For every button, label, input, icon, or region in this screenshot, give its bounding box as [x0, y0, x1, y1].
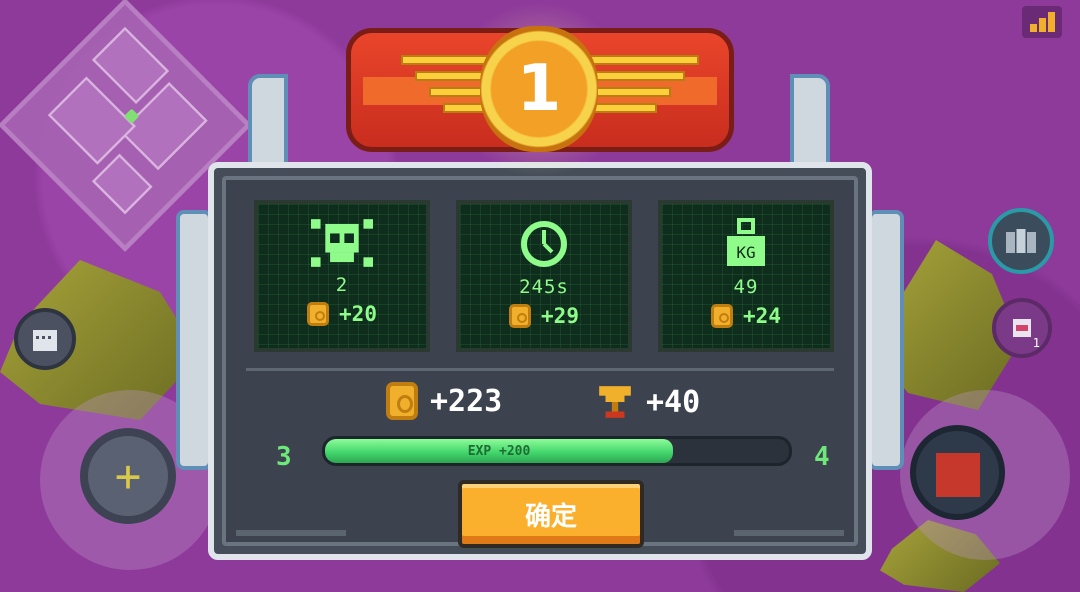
- exp-bar: EXP +200: [322, 436, 792, 466]
- coin-icon: [307, 302, 330, 326]
- trophy-icon: [599, 386, 631, 418]
- frame-pipe-right: [790, 74, 830, 174]
- total-coins: +223: [386, 382, 502, 420]
- weight-reward: +24: [662, 304, 830, 328]
- attack-button[interactable]: [910, 425, 1005, 520]
- panel-strip: [734, 530, 844, 536]
- frame-pipe-left-side: [176, 210, 212, 470]
- rank-medal: 1: [480, 26, 598, 152]
- chest-icon[interactable]: [14, 308, 76, 370]
- exp-label: EXP +200: [467, 443, 531, 459]
- panel-strip: [236, 530, 346, 536]
- level-next: 4: [814, 442, 830, 472]
- time-value: 245s: [519, 276, 569, 298]
- kills-value: 2: [335, 274, 349, 296]
- weight-reward-amount: +24: [743, 304, 781, 328]
- skull-icon: [311, 219, 373, 267]
- coin-icon: [509, 304, 532, 328]
- time-reward-amount: +29: [541, 304, 579, 328]
- results-panel-inner: 2 +20 245s +29 KG 49 +24 +223 +40 3 EXP …: [222, 176, 858, 548]
- rank-number: 1: [516, 52, 562, 126]
- stat-kills: 2 +20: [254, 200, 430, 352]
- gold-coin-icon: [386, 382, 418, 420]
- divider: [246, 368, 834, 371]
- total-trophies: +40: [596, 382, 700, 422]
- weight-value: 49: [733, 276, 759, 298]
- frame-pipe-right-side: [868, 210, 904, 470]
- kills-reward: +20: [258, 302, 426, 326]
- right-wing: [589, 55, 699, 125]
- level-current: 3: [276, 442, 292, 472]
- signal-icon: [1022, 6, 1062, 38]
- total-coins-value: +223: [430, 383, 503, 419]
- weight-icon: KG: [727, 218, 765, 266]
- joystick-button[interactable]: +: [80, 428, 176, 524]
- team-icon[interactable]: [988, 208, 1054, 274]
- frame-pipe-left: [248, 74, 288, 174]
- stat-time: 245s +29: [456, 200, 632, 352]
- confirm-button[interactable]: 确定: [458, 480, 644, 548]
- coin-icon: [711, 304, 734, 328]
- stat-weight: KG 49 +24: [658, 200, 834, 352]
- total-trophies-value: +40: [646, 384, 701, 420]
- time-reward: +29: [460, 304, 628, 328]
- clock-icon: [521, 221, 567, 267]
- results-panel: 2 +20 245s +29 KG 49 +24 +223 +40 3 EXP …: [208, 162, 872, 560]
- kills-reward-amount: +20: [339, 302, 377, 326]
- confirm-label: 确定: [524, 501, 577, 532]
- pet-count: 1: [1032, 336, 1040, 350]
- weight-icon-label: KG: [736, 243, 755, 262]
- pet-icon[interactable]: 1: [992, 298, 1052, 358]
- exp-bar-fill: EXP +200: [325, 439, 673, 463]
